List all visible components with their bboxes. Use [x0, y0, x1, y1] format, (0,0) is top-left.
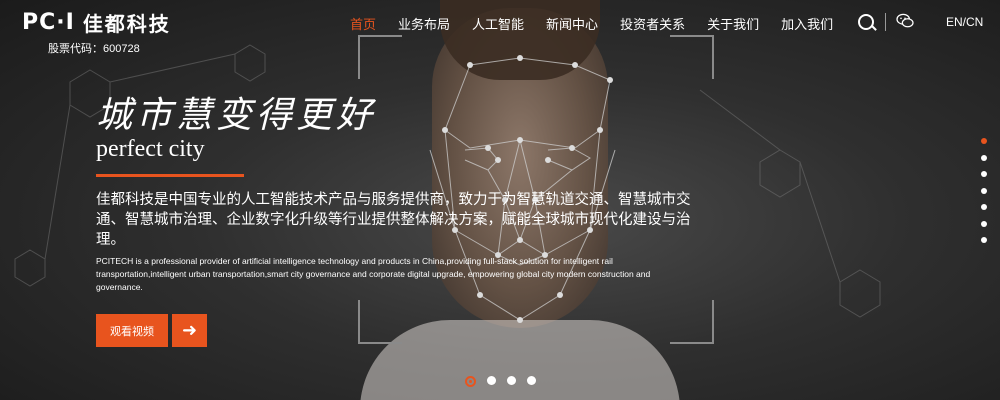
hero-banner: PC·I 佳都科技 股票代码：600728 首页 业务布局 人工智能 新闻中心 …	[0, 0, 1000, 400]
frame-corner-top-right	[670, 35, 714, 79]
frame-corner-bottom-right	[670, 300, 714, 344]
slide-dot-4[interactable]	[527, 376, 536, 385]
frame-corner-bottom-left	[358, 300, 402, 344]
section-dot-2[interactable]	[981, 154, 987, 161]
section-dot-1[interactable]	[981, 138, 987, 144]
hero-slogan: 城市慧变得更好	[96, 95, 377, 136]
logo-mark: PC·I	[22, 10, 75, 35]
logo-name: 佳都科技	[82, 14, 171, 36]
slide-dot-2[interactable]	[487, 376, 496, 385]
section-pager	[981, 138, 987, 243]
stock-code: 股票代码：600728	[48, 43, 140, 55]
nav-item-investors[interactable]: 投资者关系	[620, 14, 685, 33]
slide-pager	[465, 376, 536, 387]
slide-dot-1[interactable]	[465, 376, 476, 387]
nav-item-news[interactable]: 新闻中心	[546, 14, 598, 33]
logo[interactable]: PC·I 佳都科技	[22, 8, 171, 37]
section-dot-4[interactable]	[981, 187, 987, 194]
wechat-icon[interactable]	[896, 13, 914, 29]
nav-item-join[interactable]: 加入我们	[781, 14, 833, 33]
header-divider	[885, 13, 886, 31]
section-dot-5[interactable]	[981, 204, 987, 210]
nav-item-business[interactable]: 业务布局	[398, 14, 450, 33]
section-dot-7[interactable]	[981, 237, 987, 243]
language-switch[interactable]: EN/CN	[946, 15, 983, 29]
frame-corner-top-left	[358, 35, 402, 79]
nav-item-ai[interactable]: 人工智能	[472, 14, 524, 33]
hero-description-cn: 佳都科技是中国专业的人工智能技术产品与服务提供商，致力于为智慧轨道交通、智慧城市…	[96, 192, 691, 248]
nav-item-about[interactable]: 关于我们	[707, 14, 759, 33]
search-icon[interactable]	[858, 14, 874, 30]
section-dot-3[interactable]	[981, 171, 987, 177]
arrow-right-icon[interactable]: ➜	[172, 314, 207, 347]
watch-video-button[interactable]: 观看视频	[96, 314, 168, 347]
accent-line	[96, 174, 244, 177]
hero-subtitle: perfect city	[96, 136, 205, 162]
hero-description-en: PCITECH is a professional provider of ar…	[96, 256, 651, 292]
nav-item-home[interactable]: 首页	[350, 14, 376, 33]
section-dot-6[interactable]	[981, 220, 987, 227]
slide-dot-3[interactable]	[507, 376, 516, 385]
main-nav: 首页 业务布局 人工智能 新闻中心 投资者关系 关于我们 加入我们	[350, 14, 833, 33]
